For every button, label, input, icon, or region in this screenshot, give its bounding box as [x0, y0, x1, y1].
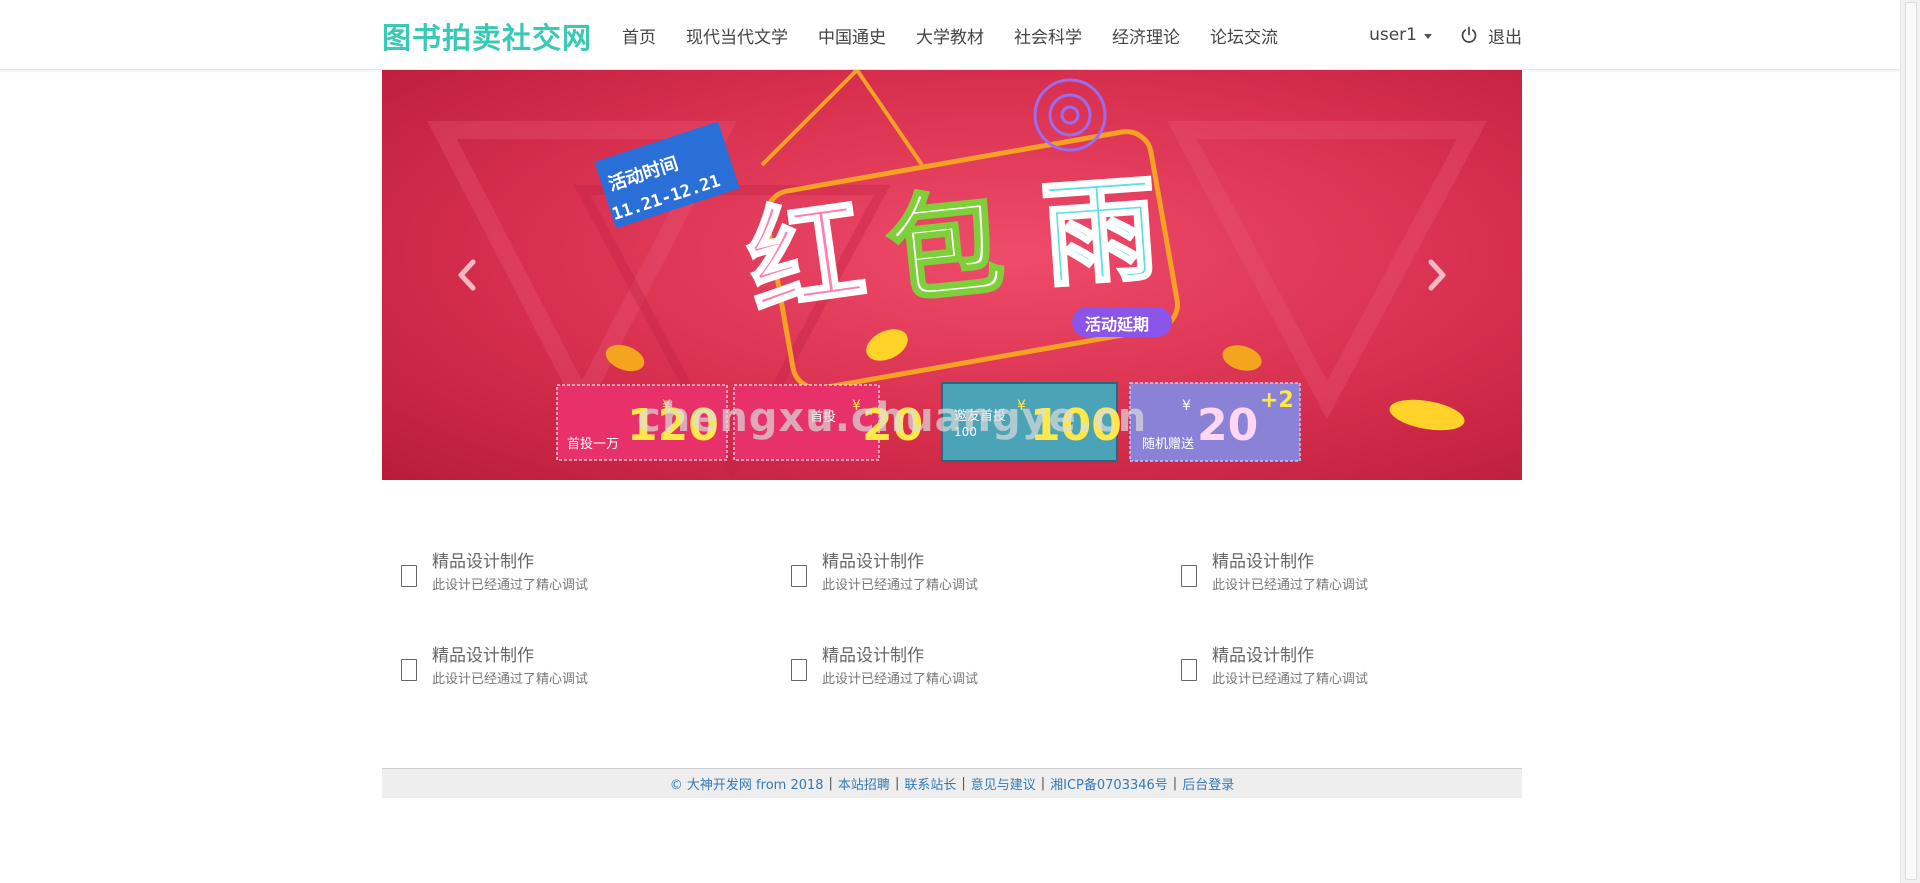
logout-label: 退出 [1488, 27, 1522, 48]
feature-item: 精品设计制作 此设计已经通过了精心调试 [1162, 545, 1522, 605]
nav-link-china-history[interactable]: 中国通史 [818, 23, 886, 48]
scrollbar-thumb[interactable] [1905, 2, 1917, 880]
nav-link-modern-literature[interactable]: 现代当代文学 [686, 23, 788, 48]
chevron-left-icon [458, 259, 476, 291]
feature-icon [401, 565, 417, 587]
feature-icon [791, 659, 807, 681]
footer-link-feedback[interactable]: 意见与建议 [971, 774, 1036, 793]
feature-item: 精品设计制作 此设计已经通过了精心调试 [772, 545, 1132, 605]
feature-desc: 此设计已经通过了精心调试 [822, 578, 979, 593]
chevron-right-icon [1428, 259, 1446, 291]
feature-item: 精品设计制作 此设计已经通过了精心调试 [1162, 639, 1522, 699]
extension-badge: 活动延期 [1085, 315, 1150, 334]
top-navbar: 图书拍卖社交网 首页 现代当代文学 中国通史 大学教材 社会科学 经济理论 论坛… [0, 0, 1900, 70]
nav-link-home[interactable]: 首页 [622, 23, 656, 48]
headline-char-1: 红 [738, 182, 874, 334]
feature-title: 精品设计制作 [1212, 646, 1314, 666]
page-footer: © 大神开发网 from 2018 | 本站招聘 | 联系站长 | 意见与建议 … [382, 768, 1522, 798]
site-brand[interactable]: 图书拍卖社交网 [382, 15, 592, 57]
coupon-4-value: 20 [1197, 400, 1259, 451]
feature-title: 精品设计制作 [1212, 552, 1314, 572]
coupon-4-currency: ¥ [1182, 398, 1191, 414]
headline-char-3: 雨 [1037, 161, 1164, 306]
feature-desc: 此设计已经通过了精心调试 [1212, 578, 1369, 593]
feature-icon [1181, 659, 1197, 681]
feature-title: 精品设计制作 [432, 552, 534, 572]
banner-watermark: chengxu.chuangye.cn [637, 395, 1148, 441]
headline-char-2: 包 [880, 174, 1011, 322]
nav-user-area: user1 退出 [1369, 0, 1522, 70]
nav-link-textbooks[interactable]: 大学教材 [916, 23, 984, 48]
carousel-next-button[interactable] [1417, 250, 1457, 300]
footer-copyright: © 大神开发网 from 2018 [669, 778, 824, 793]
power-icon [1461, 26, 1477, 43]
feature-icon [1181, 565, 1197, 587]
navbar-container: 图书拍卖社交网 首页 现代当代文学 中国通史 大学教材 社会科学 经济理论 论坛… [382, 0, 1522, 70]
feature-title: 精品设计制作 [822, 552, 924, 572]
feature-desc: 此设计已经通过了精心调试 [432, 672, 589, 687]
logout-button[interactable]: 退出 [1460, 23, 1522, 48]
nav-link-social-science[interactable]: 社会科学 [1014, 23, 1082, 48]
feature-icon [791, 565, 807, 587]
username-label: user1 [1369, 25, 1417, 45]
feature-title: 精品设计制作 [432, 646, 534, 666]
nav-menu: 首页 现代当代文学 中国通史 大学教材 社会科学 经济理论 论坛交流 [622, 0, 1308, 70]
carousel-prev-button[interactable] [447, 250, 487, 300]
feature-desc: 此设计已经通过了精心调试 [1212, 672, 1369, 687]
vertical-scrollbar[interactable] [1900, 0, 1920, 883]
footer-link-contact[interactable]: 联系站长 [904, 774, 956, 793]
feature-item: 精品设计制作 此设计已经通过了精心调试 [772, 639, 1132, 699]
feature-item: 精品设计制作 此设计已经通过了精心调试 [382, 545, 742, 605]
footer-link-icp[interactable]: 湘ICP备0703346号 [1050, 774, 1168, 793]
coupon-4-extra: +2 [1260, 388, 1294, 413]
footer-link-recruit[interactable]: 本站招聘 [838, 774, 890, 793]
feature-title: 精品设计制作 [822, 646, 924, 666]
nav-link-forum[interactable]: 论坛交流 [1210, 23, 1278, 48]
caret-down-icon [1424, 33, 1432, 39]
user-dropdown[interactable]: user1 [1369, 25, 1432, 45]
feature-desc: 此设计已经通过了精心调试 [432, 578, 589, 593]
coupon-1-label: 首投一万 [567, 437, 620, 452]
feature-desc: 此设计已经通过了精心调试 [822, 672, 979, 687]
feature-item: 精品设计制作 此设计已经通过了精心调试 [382, 639, 742, 699]
banner-carousel[interactable]: 活动时间 11.21-12.21 红 包 雨 活动延期 首投一万 ¥ 120 首… [382, 70, 1522, 480]
nav-link-economic-theory[interactable]: 经济理论 [1112, 23, 1180, 48]
footer-link-admin-login[interactable]: 后台登录 [1182, 774, 1234, 793]
feature-icon [401, 659, 417, 681]
coupon-4-label: 随机赠送 [1142, 437, 1195, 452]
